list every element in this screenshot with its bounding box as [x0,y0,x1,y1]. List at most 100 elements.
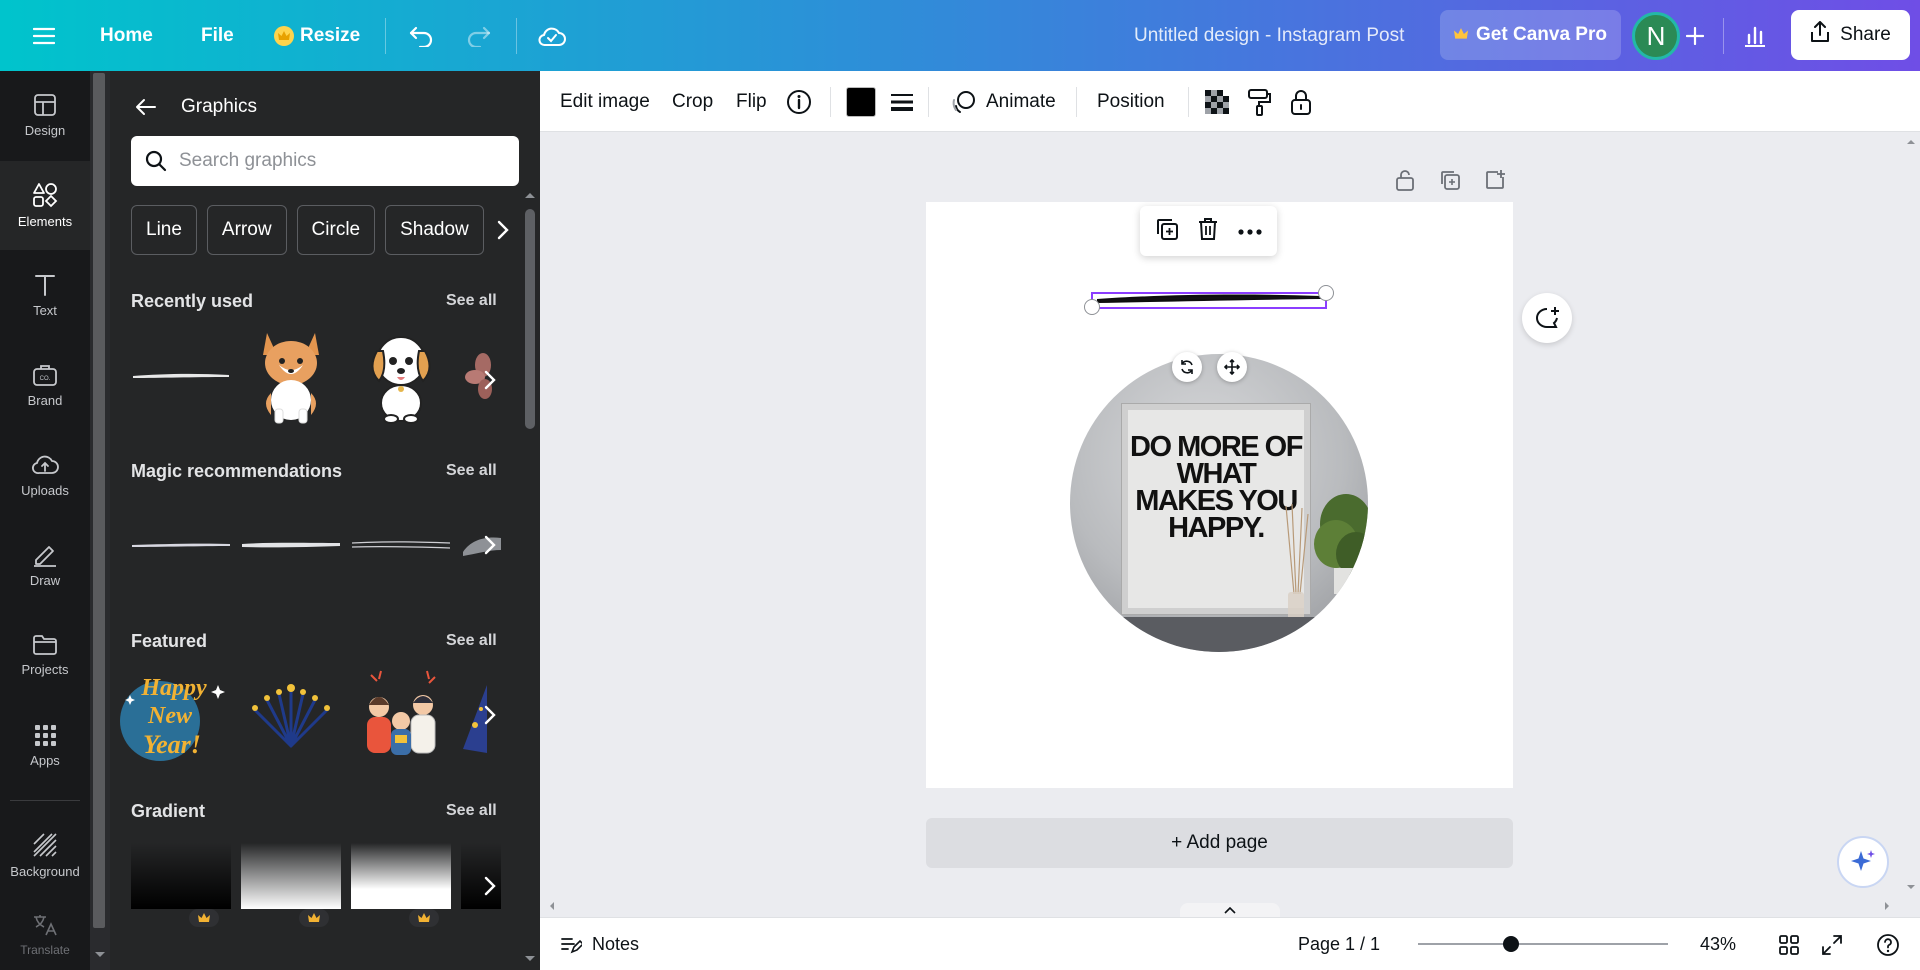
rail-scrollbar[interactable] [90,71,110,970]
selected-line-element[interactable] [1091,292,1327,309]
add-page-button[interactable]: + Add page [926,818,1513,868]
scroll-down-icon[interactable] [94,951,106,959]
rail-item-brand[interactable]: CO. Brand [0,341,90,430]
animate-button[interactable]: Animate [952,71,1056,132]
scroll-down-icon[interactable] [524,955,536,963]
rotate-icon[interactable] [1172,352,1202,382]
see-all-magic-recommendations[interactable]: See all [446,462,497,480]
scroll-down-icon[interactable] [1906,884,1916,891]
scroll-up-icon[interactable] [524,191,536,199]
magic-assistant-button[interactable] [1837,836,1889,888]
flip-button[interactable]: Flip [736,71,767,132]
chips-next-button[interactable] [486,205,520,255]
delete-icon[interactable] [1197,217,1219,246]
grid-view-icon[interactable] [1778,918,1800,970]
search-input[interactable] [179,150,499,172]
resize-handle-left[interactable] [1084,299,1100,315]
rail-item-draw[interactable]: Draw [0,521,90,610]
color-swatch[interactable] [846,87,876,117]
graphic-gradient-white[interactable] [241,843,341,927]
rail-item-projects[interactable]: Projects [0,611,90,700]
insights-icon[interactable] [1733,14,1777,58]
chip-circle[interactable]: Circle [296,205,376,255]
gradient-next-button[interactable] [470,866,510,906]
file-menu[interactable]: File [201,0,234,71]
scroll-up-icon[interactable] [1906,138,1916,145]
add-comment-button[interactable] [1522,293,1572,343]
crop-button[interactable]: Crop [672,71,713,132]
divider [830,87,831,117]
magic-recommendations-next-button[interactable] [470,525,510,565]
rail-item-apps[interactable]: Apps [0,701,90,790]
scrollbar-thumb[interactable] [525,209,535,429]
graphic-corgi[interactable] [241,325,341,425]
move-icon[interactable] [1217,352,1247,382]
divider [1076,87,1077,117]
vertical-scrollbar[interactable] [1902,132,1920,913]
zoom-slider[interactable] [1418,943,1668,945]
recently-used-next-button[interactable] [470,360,510,400]
graphic-line-double[interactable] [351,495,451,595]
see-all-recently-used[interactable]: See all [446,292,497,310]
share-button[interactable]: Share [1791,10,1910,60]
back-arrow-icon[interactable] [135,98,157,116]
search-field[interactable] [131,136,519,186]
notes-button[interactable]: Notes [560,918,639,970]
transparency-icon[interactable] [1204,71,1230,132]
edit-image-button[interactable]: Edit image [560,71,650,132]
paint-roller-icon[interactable] [1247,71,1273,132]
rail-item-text[interactable]: Text [0,251,90,340]
menu-icon[interactable] [22,14,66,58]
rail-item-elements[interactable]: Elements [0,161,90,250]
graphic-family-celebration[interactable] [351,665,451,765]
rail-item-uploads[interactable]: Uploads [0,431,90,520]
graphic-line-brush-1[interactable] [131,495,231,595]
page-indicator[interactable]: Page 1 / 1 [1298,918,1380,970]
more-options-icon[interactable] [1238,222,1262,240]
duplicate-icon[interactable] [1155,217,1179,246]
home-menu[interactable]: Home [100,0,153,71]
rail-item-translate[interactable]: Translate [0,901,90,970]
circle-photo-frame[interactable]: DO MORE OF WHAT MAKES YOU HAPPY. [1070,354,1368,652]
chip-arrow[interactable]: Arrow [206,205,287,255]
lock-page-icon[interactable] [1391,166,1419,194]
graphic-happy-new-year[interactable]: Happy New Year! [117,665,231,765]
redo-icon[interactable] [457,14,501,58]
graphic-puppy[interactable] [351,325,451,425]
graphic-gradient-fade[interactable] [351,843,451,927]
chip-line[interactable]: Line [131,205,197,255]
resize-handle-right[interactable] [1318,285,1334,301]
panel-scrollbar[interactable] [520,71,540,970]
see-all-featured[interactable]: See all [446,632,497,650]
divider [516,18,517,54]
resize-button[interactable]: Resize [274,0,360,71]
see-all-gradient[interactable]: See all [446,802,497,820]
line-style-icon[interactable] [890,71,914,132]
fullscreen-icon[interactable] [1821,918,1843,970]
add-page-icon[interactable] [1481,166,1509,194]
graphic-line-brush-2[interactable] [241,495,341,595]
cloud-save-icon[interactable] [530,14,574,58]
info-icon[interactable] [786,71,812,132]
design-title[interactable]: Untitled design - Instagram Post [1134,0,1404,71]
chip-shadow[interactable]: Shadow [385,205,484,255]
lock-icon[interactable] [1290,71,1312,132]
help-icon[interactable] [1876,918,1900,970]
add-collaborator-icon[interactable] [1673,14,1717,58]
undo-icon[interactable] [399,14,443,58]
scroll-left-icon[interactable] [548,901,555,911]
graphic-fireworks[interactable] [241,665,341,765]
rail-item-background[interactable]: Background [0,811,90,900]
position-button[interactable]: Position [1097,71,1165,132]
scrollbar-thumb[interactable] [93,73,105,928]
graphic-brush-stroke-white[interactable] [131,325,231,425]
pages-toggle-button[interactable] [1180,903,1280,917]
featured-next-button[interactable] [470,695,510,735]
rail-item-design[interactable]: Design [0,71,90,160]
scroll-right-icon[interactable] [1884,901,1891,911]
zoom-level[interactable]: 43% [1700,918,1736,970]
duplicate-page-icon[interactable] [1436,166,1464,194]
get-canva-pro-button[interactable]: Get Canva Pro [1440,10,1621,60]
zoom-slider-handle[interactable] [1503,936,1519,952]
graphic-gradient-black[interactable] [131,843,231,927]
